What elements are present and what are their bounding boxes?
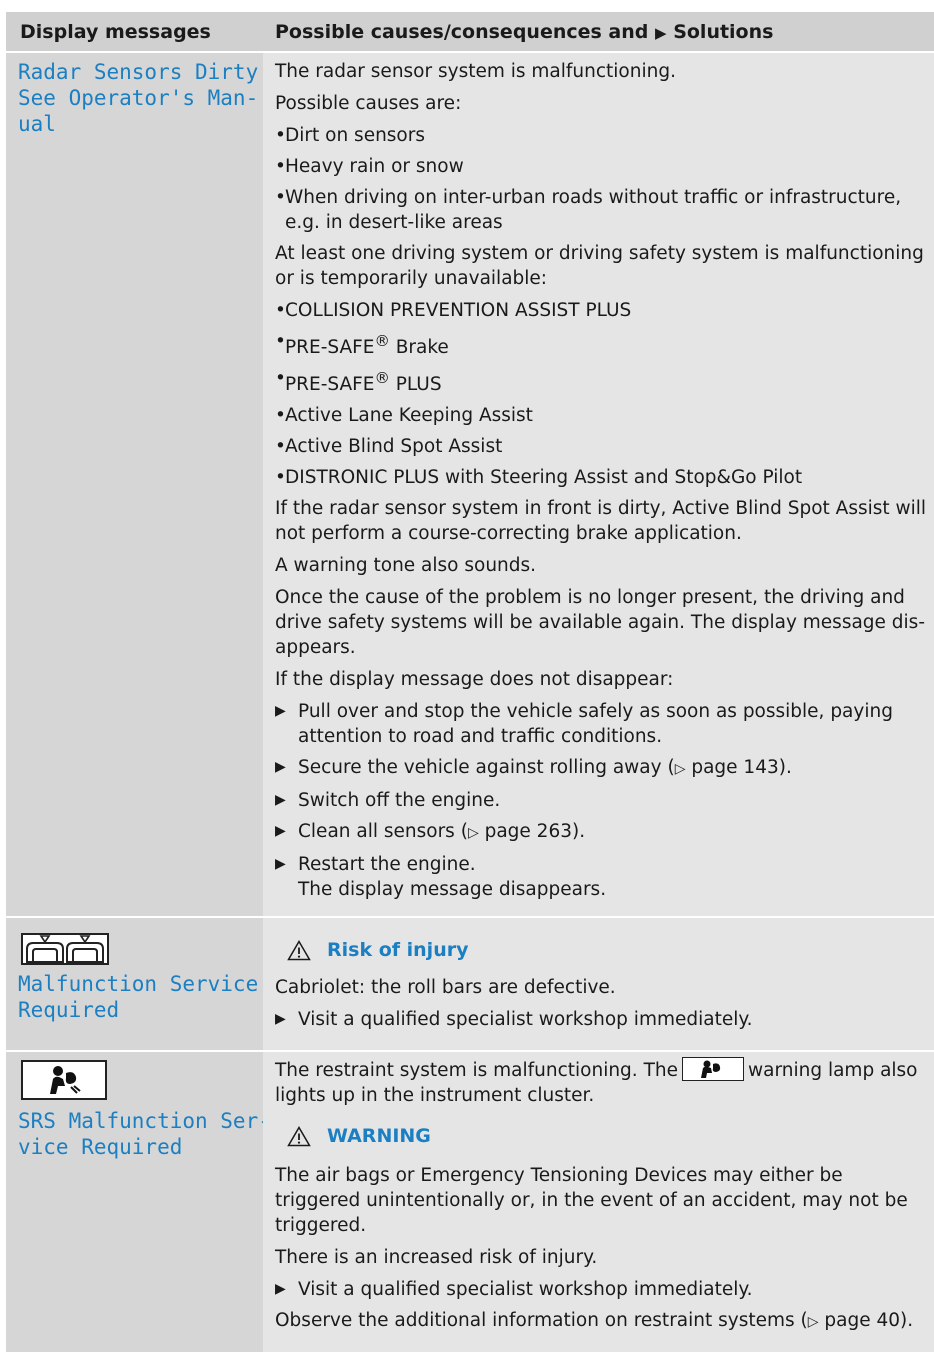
- table-header: Display messages Possible causes/consequ…: [6, 12, 934, 51]
- step-item: ▶ Clean all sensors (▷ page 263).: [275, 819, 930, 846]
- paragraph: There is an increased risk of injury.: [275, 1247, 598, 1269]
- table-row-radar-sensors: Radar Sensors Dirty See Operator's Man- …: [6, 51, 934, 917]
- list-item: When driving on inter-urban roads withou…: [275, 185, 930, 235]
- list-item: DISTRONIC PLUS with Steering Assist and …: [275, 465, 930, 490]
- paragraph: Cabriolet: the roll bars are defective.: [275, 977, 616, 999]
- warning-label: Risk of injury: [327, 939, 469, 962]
- causes-list: Dirt on sensors Heavy rain or snow When …: [275, 123, 930, 235]
- table-row-srs: SRS Malfunction Ser- vice Required The r…: [6, 1050, 934, 1352]
- list-item: COLLISION PREVENTION ASSIST PLUS: [275, 298, 930, 323]
- display-message-srs-malfunction: SRS Malfunction Ser- vice Required: [18, 1109, 271, 1160]
- step-text: Restart the engine.: [298, 854, 476, 876]
- paragraph: Once the cause of the problem is no long…: [275, 587, 925, 659]
- step-item: ▶ Visit a qualified specialist workshop i…: [275, 1007, 930, 1032]
- systems-list: COLLISION PREVENTION ASSIST PLUS PRE-SAF…: [275, 298, 930, 490]
- arrow-right-icon: ▶: [275, 856, 286, 873]
- list-item: PRE-SAFE® Brake: [275, 329, 930, 360]
- solution-cell: Risk of injury Cabriolet: the roll bars …: [263, 918, 934, 1051]
- step-text: Visit a qualified specialist workshop im…: [298, 1279, 753, 1301]
- step-text: Clean all sensors (: [298, 821, 468, 843]
- step-text: Visit a qualified specialist workshop im…: [298, 1009, 753, 1031]
- list-item-text: Brake: [389, 337, 449, 359]
- paragraph: A warning tone also sounds.: [275, 555, 537, 577]
- paragraph: The air bags or Emergency Tensioning Dev…: [275, 1165, 908, 1237]
- header-causes-solutions: Possible causes/consequences and ▶ Solut…: [256, 21, 773, 43]
- solution-cell: The restraint system is malfunctioning. …: [263, 1052, 934, 1352]
- paragraph: Possible causes are:: [275, 93, 462, 114]
- display-message-malfunction-service: Malfunction Service Required: [18, 972, 259, 1023]
- list-item: Heavy rain or snow: [275, 154, 930, 179]
- paragraph: At least one driving system or driving s…: [275, 243, 924, 289]
- list-item-text: PRE-SAFE: [285, 337, 375, 359]
- paragraph-text: The restraint system is malfunctioning. …: [275, 1060, 678, 1082]
- arrow-right-icon: ▶: [655, 23, 667, 42]
- page-ref-icon: ▷: [807, 1314, 819, 1331]
- arrow-right-icon: ▶: [275, 1011, 286, 1028]
- paragraph: The radar sensor system is malfunctionin…: [275, 61, 676, 82]
- step-item: ▶ Switch off the engine.: [275, 788, 930, 813]
- step-text: Secure the vehicle against rolling away …: [298, 757, 675, 779]
- warning-heading: WARNING: [275, 1124, 930, 1149]
- srs-airbag-icon: [21, 1060, 107, 1101]
- page-ref-link[interactable]: page 143).: [685, 757, 792, 778]
- message-cell: Malfunction Service Required: [6, 918, 263, 1051]
- registered-mark: ®: [374, 369, 390, 388]
- paragraph: Observe the additional information on re…: [275, 1308, 930, 1335]
- paragraph-text: Observe the additional information on re…: [275, 1310, 808, 1332]
- paragraph: If the display message does not disappea…: [275, 669, 674, 691]
- table-row-roll-bars: Malfunction Service Required Risk of inj…: [6, 916, 934, 1051]
- list-item-text: PLUS: [389, 374, 442, 396]
- display-messages-table: Display messages Possible causes/consequ…: [6, 12, 934, 1352]
- roll-bar-icon-graphic: [26, 935, 104, 964]
- solution-cell: The radar sensor system is malfunctionin…: [263, 53, 934, 917]
- list-item: PRE-SAFE® PLUS: [275, 366, 930, 397]
- page-ref-link[interactable]: page 40).: [819, 1310, 913, 1331]
- paragraph: If the radar sensor system in front is d…: [275, 498, 927, 545]
- roll-bar-icon: [21, 933, 109, 966]
- registered-mark: ®: [374, 332, 390, 350]
- display-message-radar-sensors: Radar Sensors Dirty See Operator's Man- …: [18, 60, 259, 136]
- arrow-right-icon: ▶: [275, 792, 286, 809]
- list-item: Active Blind Spot Assist: [275, 434, 930, 459]
- arrow-right-icon: ▶: [275, 759, 286, 776]
- header-display-messages: Display messages: [20, 20, 211, 43]
- page-ref-link[interactable]: page 263).: [479, 821, 586, 842]
- list-item: Active Lane Keeping Assist: [275, 403, 930, 428]
- step-item: ▶ Secure the vehicle against rolling away…: [275, 755, 930, 782]
- arrow-right-icon: ▶: [275, 1281, 286, 1298]
- page-ref-icon: ▷: [467, 825, 479, 842]
- list-item: Dirt on sensors: [275, 123, 930, 148]
- step-result: The display message disappears.: [298, 879, 607, 901]
- srs-airbag-icon-graphic: [50, 1066, 81, 1095]
- message-cell: Radar Sensors Dirty See Operator's Man- …: [6, 53, 263, 917]
- header-solutions-label: Solutions: [673, 20, 774, 43]
- warning-triangle-icon: [287, 940, 311, 961]
- warning-triangle-icon: [287, 1126, 311, 1147]
- risk-of-injury-heading: Risk of injury: [275, 938, 930, 963]
- page-ref-icon: ▷: [674, 761, 686, 778]
- arrow-right-icon: ▶: [275, 823, 286, 840]
- step-item: ▶ Pull over and stop the vehicle safely a…: [275, 699, 930, 749]
- paragraph: The restraint system is malfunctioning. …: [275, 1057, 930, 1108]
- warning-label: WARNING: [327, 1125, 431, 1148]
- arrow-right-icon: ▶: [275, 703, 286, 720]
- message-cell: SRS Malfunction Ser- vice Required: [6, 1052, 271, 1352]
- step-item: ▶ Visit a qualified specialist workshop i…: [275, 1277, 930, 1302]
- header-causes-label: Possible causes/consequences and: [275, 20, 649, 43]
- list-item-text: PRE-SAFE: [285, 374, 375, 396]
- srs-warning-lamp-icon: [681, 1057, 744, 1082]
- step-text: Switch off the engine.: [298, 790, 501, 812]
- step-item: ▶ Restart the engine. The display message …: [275, 852, 930, 902]
- step-text: Pull over and stop the vehicle safely as…: [298, 701, 893, 748]
